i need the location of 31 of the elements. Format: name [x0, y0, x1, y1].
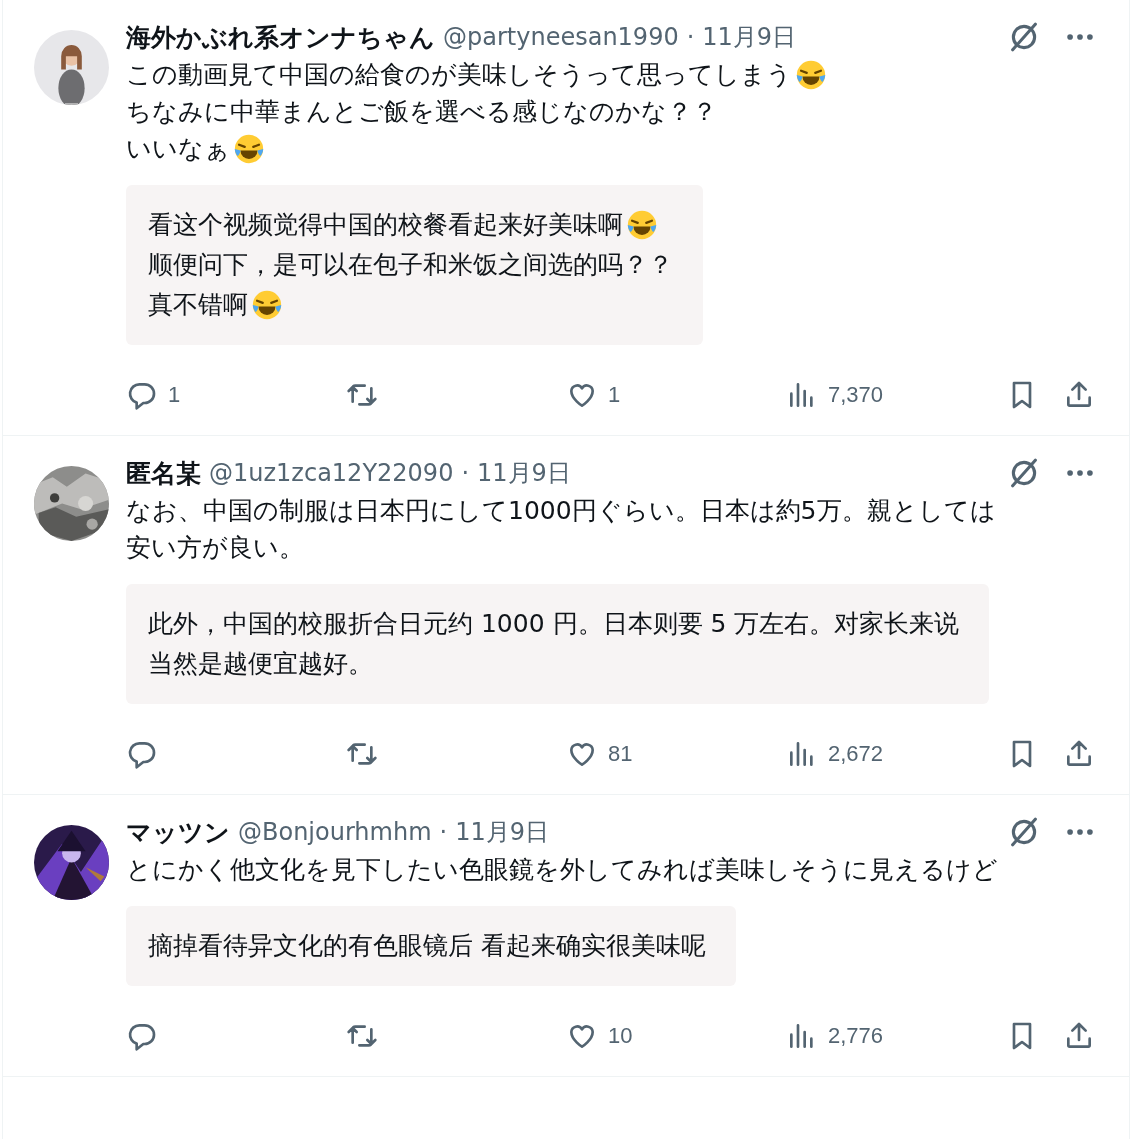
post-text: 安い方が良い。 — [126, 532, 304, 564]
post-text: ちなみに中華まんとご飯を選べる感じなのかな？？ — [126, 96, 717, 128]
user-handle[interactable]: @Bonjourhmhm — [238, 818, 432, 846]
post-date[interactable]: 11月9日 — [702, 21, 797, 53]
post-date[interactable]: 11月9日 — [455, 816, 549, 848]
post-date[interactable]: 11月9日 — [477, 457, 571, 489]
post-text: いいなぁ — [126, 133, 230, 165]
count-label: 7,370 — [828, 382, 884, 408]
user-handle[interactable]: @1uz1zca12Y22090 — [209, 459, 454, 487]
translated-text: 看这个视频觉得中国的校餐看起来好美味啊 — [148, 209, 623, 241]
translated-text: 当然是越便宜越好。 — [148, 648, 373, 680]
user-handle[interactable]: @partyneesan1990 — [443, 23, 679, 51]
count-label: 10 — [608, 1023, 633, 1049]
translated-text: 摘掉看待异文化的有色眼镜后 看起来确实很美味呢 — [148, 930, 706, 962]
count-label: 1 — [608, 382, 621, 408]
post-text: この動画見て中国の給食のが美味しそうって思ってしまう — [126, 59, 792, 91]
translated-text: 顺便问下，是可以在包子和米饭之间选的吗？？ — [148, 249, 673, 281]
user-name[interactable]: マッツン — [126, 815, 230, 849]
user-name[interactable]: 匿名某 — [126, 456, 201, 490]
count-label: 81 — [608, 741, 633, 767]
post-text: とにかく他文化を見下したい色眼鏡を外してみれば美味しそうに見えるけど — [126, 854, 998, 886]
separator-dot: · — [439, 818, 448, 846]
user-name[interactable]: 海外かぶれ系オンナちゃん — [126, 20, 435, 54]
count-label: 1 — [168, 382, 181, 408]
separator-dot: · — [686, 23, 695, 51]
post-text: なお、中国の制服は日本円にして1000円ぐらい。日本は約5万。親としては — [126, 495, 996, 527]
separator-dot: · — [461, 459, 470, 487]
count-label: 2,672 — [828, 741, 884, 767]
translated-text: 此外，中国的校服折合日元约 1000 円。日本则要 5 万左右。对家长来说 — [148, 608, 960, 640]
count-label: 2,776 — [828, 1023, 884, 1049]
translated-text: 真不错啊 — [148, 289, 248, 321]
